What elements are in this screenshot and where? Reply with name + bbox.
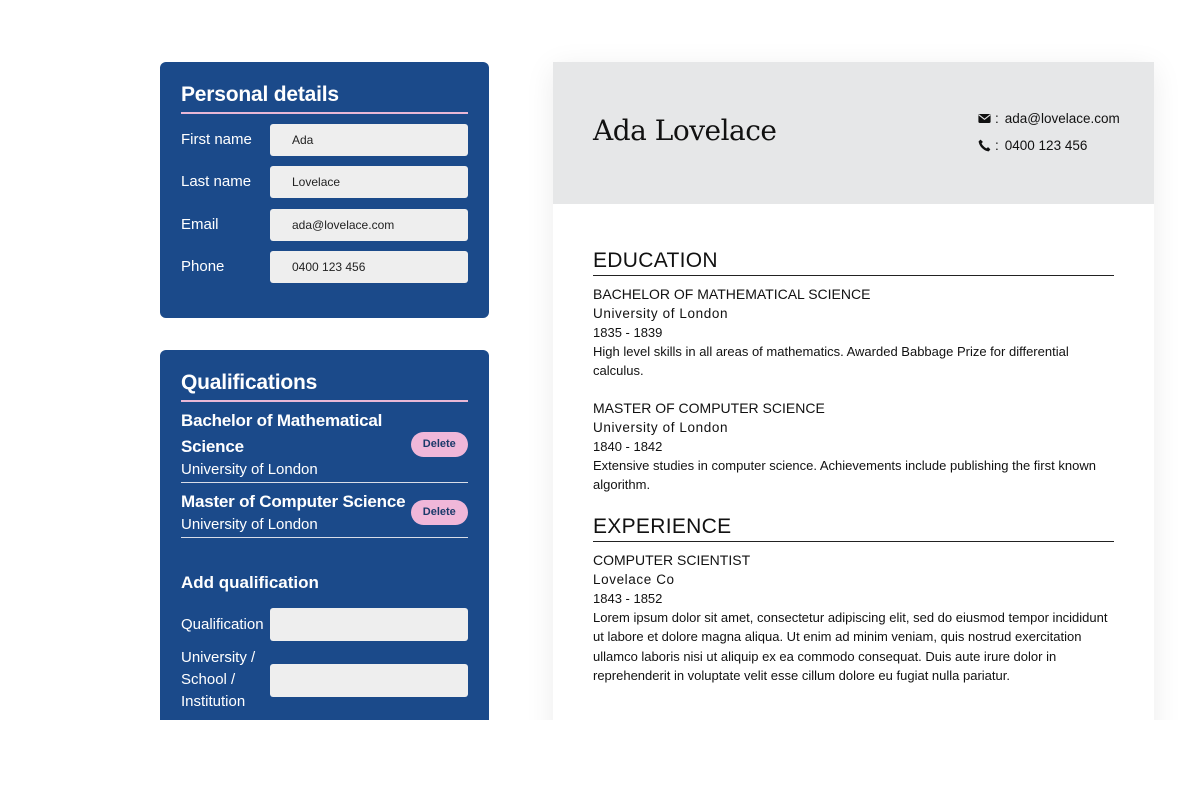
institution-label: University / School / Institution <box>181 649 256 710</box>
education-entry-description: High level skills in all areas of mathem… <box>593 344 1069 379</box>
education-entry-title: Master of Computer Science <box>593 399 825 416</box>
education-entry-institution: University of London <box>593 306 729 321</box>
first-name-row: First name <box>181 123 468 156</box>
experience-heading: EXPERIENCE <box>593 514 1114 543</box>
app-viewport: Personal details First name Last name Em… <box>0 0 1200 720</box>
qualification-label: Qualification <box>181 615 264 633</box>
delete-qualification-button[interactable]: Delete <box>410 499 468 525</box>
envelope-icon <box>978 114 991 123</box>
add-qualification-row: Qualification <box>181 608 468 641</box>
phone-separator: : <box>995 138 999 153</box>
qualification-item: Bachelor of Mathematical Science Univers… <box>181 402 468 483</box>
first-name-input[interactable] <box>270 123 468 156</box>
qualifications-panel: Qualifications Bachelor of Mathematical … <box>160 350 489 720</box>
resume-phone: : 0400 123 456 <box>978 138 1087 153</box>
qualification-item: Master of Computer Science University of… <box>181 483 468 538</box>
experience-entry-description: Lorem ipsum dolor sit amet, consectetur … <box>593 610 1108 684</box>
education-entry-description: Extensive studies in computer science. A… <box>593 457 1096 492</box>
qualification-title: Bachelor of Mathematical Science <box>181 411 383 456</box>
education-entry-dates: 1840 - 1842 <box>593 438 663 454</box>
email-separator: : <box>995 111 999 126</box>
resume-email: : ada@lovelace.com <box>978 111 1120 126</box>
qualification-text: Master of Computer Science University of… <box>181 489 411 535</box>
email-label: Email <box>181 215 219 233</box>
experience-section: EXPERIENCE Computer Scientist Lovelace C… <box>593 514 1114 685</box>
institution-input[interactable] <box>270 663 468 697</box>
email-input[interactable] <box>270 208 468 241</box>
add-institution-row: University / School / Institution <box>181 647 468 713</box>
resume-preview: Ada Lovelace : ada@lovelace.com : 0400 1… <box>553 62 1154 720</box>
personal-details-title: Personal details <box>181 82 468 114</box>
qualifications-title: Qualifications <box>181 370 468 402</box>
add-qualification-title: Add qualification <box>181 573 319 592</box>
phone-icon <box>978 139 991 152</box>
qualification-text: Bachelor of Mathematical Science Univers… <box>181 408 411 480</box>
resume-header: Ada Lovelace : ada@lovelace.com : 0400 1… <box>553 62 1154 204</box>
experience-entry-title: Computer Scientist <box>593 552 751 569</box>
experience-entry-company: Lovelace Co <box>593 572 675 588</box>
last-name-label: Last name <box>181 173 252 190</box>
email-row: Email <box>181 208 468 241</box>
education-entry: Master of Computer Science University of… <box>593 399 1114 495</box>
education-heading: EDUCATION <box>593 248 1114 276</box>
last-name-row: Last name <box>181 166 468 199</box>
resume-name: Ada Lovelace <box>593 114 777 147</box>
education-entry-dates: 1835 - 1839 <box>593 325 663 340</box>
last-name-input[interactable] <box>270 166 468 198</box>
phone-input[interactable] <box>270 251 468 283</box>
education-entry-institution: University of London <box>593 419 729 435</box>
experience-entry-dates: 1843 - 1852 <box>593 591 663 607</box>
resume-body: EDUCATION Bachelor of Mathematical Scien… <box>553 204 1154 685</box>
phone-label: Phone <box>181 258 225 275</box>
resume-phone-text: 0400 123 456 <box>1004 138 1088 153</box>
education-section: EDUCATION Bachelor of Mathematical Scien… <box>593 248 1114 494</box>
qualification-input[interactable] <box>270 608 468 641</box>
education-entry: Bachelor of Mathematical Science Univers… <box>593 285 1114 381</box>
phone-row: Phone <box>181 251 468 284</box>
education-entry-title: Bachelor of Mathematical Science <box>593 286 871 302</box>
personal-details-panel: Personal details First name Last name Em… <box>160 62 489 318</box>
resume-email-text: ada@lovelace.com <box>1004 111 1120 126</box>
experience-entry: Computer Scientist Lovelace Co 1843 - 18… <box>593 551 1114 685</box>
qualification-institution: University of London <box>181 516 318 533</box>
first-name-label: First name <box>181 130 252 148</box>
qualification-title: Master of Computer Science <box>181 492 406 511</box>
delete-qualification-button[interactable]: Delete <box>410 431 468 457</box>
qualification-institution: University of London <box>181 461 318 478</box>
